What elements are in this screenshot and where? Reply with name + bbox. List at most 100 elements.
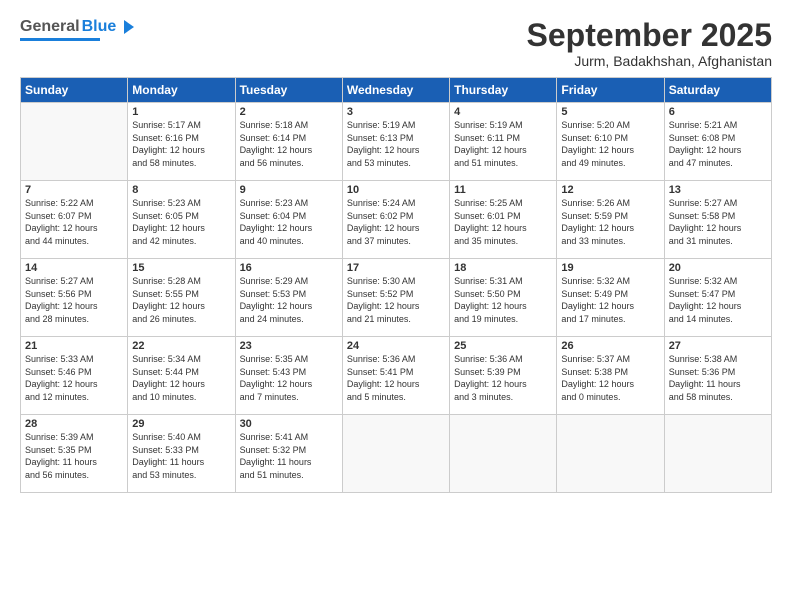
day-number: 3: [347, 106, 445, 118]
table-row: 11Sunrise: 5:25 AM Sunset: 6:01 PM Dayli…: [450, 181, 557, 259]
table-row: 1Sunrise: 5:17 AM Sunset: 6:16 PM Daylig…: [128, 103, 235, 181]
day-info: Sunrise: 5:26 AM Sunset: 5:59 PM Dayligh…: [561, 197, 659, 247]
table-row: 12Sunrise: 5:26 AM Sunset: 5:59 PM Dayli…: [557, 181, 664, 259]
table-row: 14Sunrise: 5:27 AM Sunset: 5:56 PM Dayli…: [21, 259, 128, 337]
header-wednesday: Wednesday: [342, 78, 449, 103]
day-number: 21: [25, 340, 123, 352]
day-number: 1: [132, 106, 230, 118]
table-row: 18Sunrise: 5:31 AM Sunset: 5:50 PM Dayli…: [450, 259, 557, 337]
day-number: 6: [669, 106, 767, 118]
header-thursday: Thursday: [450, 78, 557, 103]
calendar-row: 28Sunrise: 5:39 AM Sunset: 5:35 PM Dayli…: [21, 415, 772, 493]
day-info: Sunrise: 5:22 AM Sunset: 6:07 PM Dayligh…: [25, 197, 123, 247]
table-row: [342, 415, 449, 493]
calendar-row: 1Sunrise: 5:17 AM Sunset: 6:16 PM Daylig…: [21, 103, 772, 181]
day-info: Sunrise: 5:21 AM Sunset: 6:08 PM Dayligh…: [669, 119, 767, 169]
day-number: 19: [561, 262, 659, 274]
day-number: 22: [132, 340, 230, 352]
day-info: Sunrise: 5:25 AM Sunset: 6:01 PM Dayligh…: [454, 197, 552, 247]
table-row: 29Sunrise: 5:40 AM Sunset: 5:33 PM Dayli…: [128, 415, 235, 493]
header-saturday: Saturday: [664, 78, 771, 103]
calendar-table: Sunday Monday Tuesday Wednesday Thursday…: [20, 77, 772, 493]
table-row: 2Sunrise: 5:18 AM Sunset: 6:14 PM Daylig…: [235, 103, 342, 181]
day-info: Sunrise: 5:40 AM Sunset: 5:33 PM Dayligh…: [132, 431, 230, 481]
day-info: Sunrise: 5:17 AM Sunset: 6:16 PM Dayligh…: [132, 119, 230, 169]
table-row: 28Sunrise: 5:39 AM Sunset: 5:35 PM Dayli…: [21, 415, 128, 493]
table-row: [664, 415, 771, 493]
day-info: Sunrise: 5:27 AM Sunset: 5:56 PM Dayligh…: [25, 275, 123, 325]
table-row: 30Sunrise: 5:41 AM Sunset: 5:32 PM Dayli…: [235, 415, 342, 493]
table-row: 25Sunrise: 5:36 AM Sunset: 5:39 PM Dayli…: [450, 337, 557, 415]
day-info: Sunrise: 5:31 AM Sunset: 5:50 PM Dayligh…: [454, 275, 552, 325]
logo-underline: [20, 38, 100, 41]
day-info: Sunrise: 5:41 AM Sunset: 5:32 PM Dayligh…: [240, 431, 338, 481]
logo: General Blue: [20, 18, 136, 41]
table-row: 23Sunrise: 5:35 AM Sunset: 5:43 PM Dayli…: [235, 337, 342, 415]
day-number: 16: [240, 262, 338, 274]
day-number: 12: [561, 184, 659, 196]
day-info: Sunrise: 5:36 AM Sunset: 5:39 PM Dayligh…: [454, 353, 552, 403]
day-number: 9: [240, 184, 338, 196]
table-row: [21, 103, 128, 181]
calendar-page: General Blue September 2025 Jurm, Badakh…: [0, 0, 792, 612]
day-info: Sunrise: 5:37 AM Sunset: 5:38 PM Dayligh…: [561, 353, 659, 403]
table-row: 5Sunrise: 5:20 AM Sunset: 6:10 PM Daylig…: [557, 103, 664, 181]
day-info: Sunrise: 5:32 AM Sunset: 5:47 PM Dayligh…: [669, 275, 767, 325]
day-info: Sunrise: 5:38 AM Sunset: 5:36 PM Dayligh…: [669, 353, 767, 403]
table-row: 13Sunrise: 5:27 AM Sunset: 5:58 PM Dayli…: [664, 181, 771, 259]
logo-arrow-icon: [118, 18, 136, 36]
logo-icon: General Blue: [20, 18, 136, 36]
day-number: 23: [240, 340, 338, 352]
day-info: Sunrise: 5:34 AM Sunset: 5:44 PM Dayligh…: [132, 353, 230, 403]
table-row: 16Sunrise: 5:29 AM Sunset: 5:53 PM Dayli…: [235, 259, 342, 337]
day-info: Sunrise: 5:29 AM Sunset: 5:53 PM Dayligh…: [240, 275, 338, 325]
weekday-header-row: Sunday Monday Tuesday Wednesday Thursday…: [21, 78, 772, 103]
day-info: Sunrise: 5:24 AM Sunset: 6:02 PM Dayligh…: [347, 197, 445, 247]
header-monday: Monday: [128, 78, 235, 103]
day-info: Sunrise: 5:36 AM Sunset: 5:41 PM Dayligh…: [347, 353, 445, 403]
day-info: Sunrise: 5:35 AM Sunset: 5:43 PM Dayligh…: [240, 353, 338, 403]
day-info: Sunrise: 5:28 AM Sunset: 5:55 PM Dayligh…: [132, 275, 230, 325]
day-info: Sunrise: 5:32 AM Sunset: 5:49 PM Dayligh…: [561, 275, 659, 325]
day-info: Sunrise: 5:19 AM Sunset: 6:11 PM Dayligh…: [454, 119, 552, 169]
logo-general: General: [20, 18, 80, 36]
header: General Blue September 2025 Jurm, Badakh…: [20, 18, 772, 69]
day-info: Sunrise: 5:30 AM Sunset: 5:52 PM Dayligh…: [347, 275, 445, 325]
calendar-row: 14Sunrise: 5:27 AM Sunset: 5:56 PM Dayli…: [21, 259, 772, 337]
day-number: 4: [454, 106, 552, 118]
table-row: 9Sunrise: 5:23 AM Sunset: 6:04 PM Daylig…: [235, 181, 342, 259]
day-number: 30: [240, 418, 338, 430]
header-sunday: Sunday: [21, 78, 128, 103]
table-row: 3Sunrise: 5:19 AM Sunset: 6:13 PM Daylig…: [342, 103, 449, 181]
day-info: Sunrise: 5:23 AM Sunset: 6:04 PM Dayligh…: [240, 197, 338, 247]
day-info: Sunrise: 5:18 AM Sunset: 6:14 PM Dayligh…: [240, 119, 338, 169]
day-number: 15: [132, 262, 230, 274]
table-row: 19Sunrise: 5:32 AM Sunset: 5:49 PM Dayli…: [557, 259, 664, 337]
day-number: 18: [454, 262, 552, 274]
day-number: 8: [132, 184, 230, 196]
day-info: Sunrise: 5:27 AM Sunset: 5:58 PM Dayligh…: [669, 197, 767, 247]
header-tuesday: Tuesday: [235, 78, 342, 103]
table-row: 24Sunrise: 5:36 AM Sunset: 5:41 PM Dayli…: [342, 337, 449, 415]
day-info: Sunrise: 5:23 AM Sunset: 6:05 PM Dayligh…: [132, 197, 230, 247]
day-number: 25: [454, 340, 552, 352]
table-row: 26Sunrise: 5:37 AM Sunset: 5:38 PM Dayli…: [557, 337, 664, 415]
day-number: 29: [132, 418, 230, 430]
day-number: 26: [561, 340, 659, 352]
calendar-row: 7Sunrise: 5:22 AM Sunset: 6:07 PM Daylig…: [21, 181, 772, 259]
table-row: [450, 415, 557, 493]
month-title: September 2025: [527, 18, 772, 53]
table-row: 6Sunrise: 5:21 AM Sunset: 6:08 PM Daylig…: [664, 103, 771, 181]
day-number: 7: [25, 184, 123, 196]
day-info: Sunrise: 5:33 AM Sunset: 5:46 PM Dayligh…: [25, 353, 123, 403]
day-number: 17: [347, 262, 445, 274]
day-number: 10: [347, 184, 445, 196]
table-row: 8Sunrise: 5:23 AM Sunset: 6:05 PM Daylig…: [128, 181, 235, 259]
table-row: 17Sunrise: 5:30 AM Sunset: 5:52 PM Dayli…: [342, 259, 449, 337]
table-row: 21Sunrise: 5:33 AM Sunset: 5:46 PM Dayli…: [21, 337, 128, 415]
table-row: 4Sunrise: 5:19 AM Sunset: 6:11 PM Daylig…: [450, 103, 557, 181]
day-number: 5: [561, 106, 659, 118]
logo-blue: Blue: [82, 18, 117, 36]
table-row: [557, 415, 664, 493]
day-info: Sunrise: 5:19 AM Sunset: 6:13 PM Dayligh…: [347, 119, 445, 169]
